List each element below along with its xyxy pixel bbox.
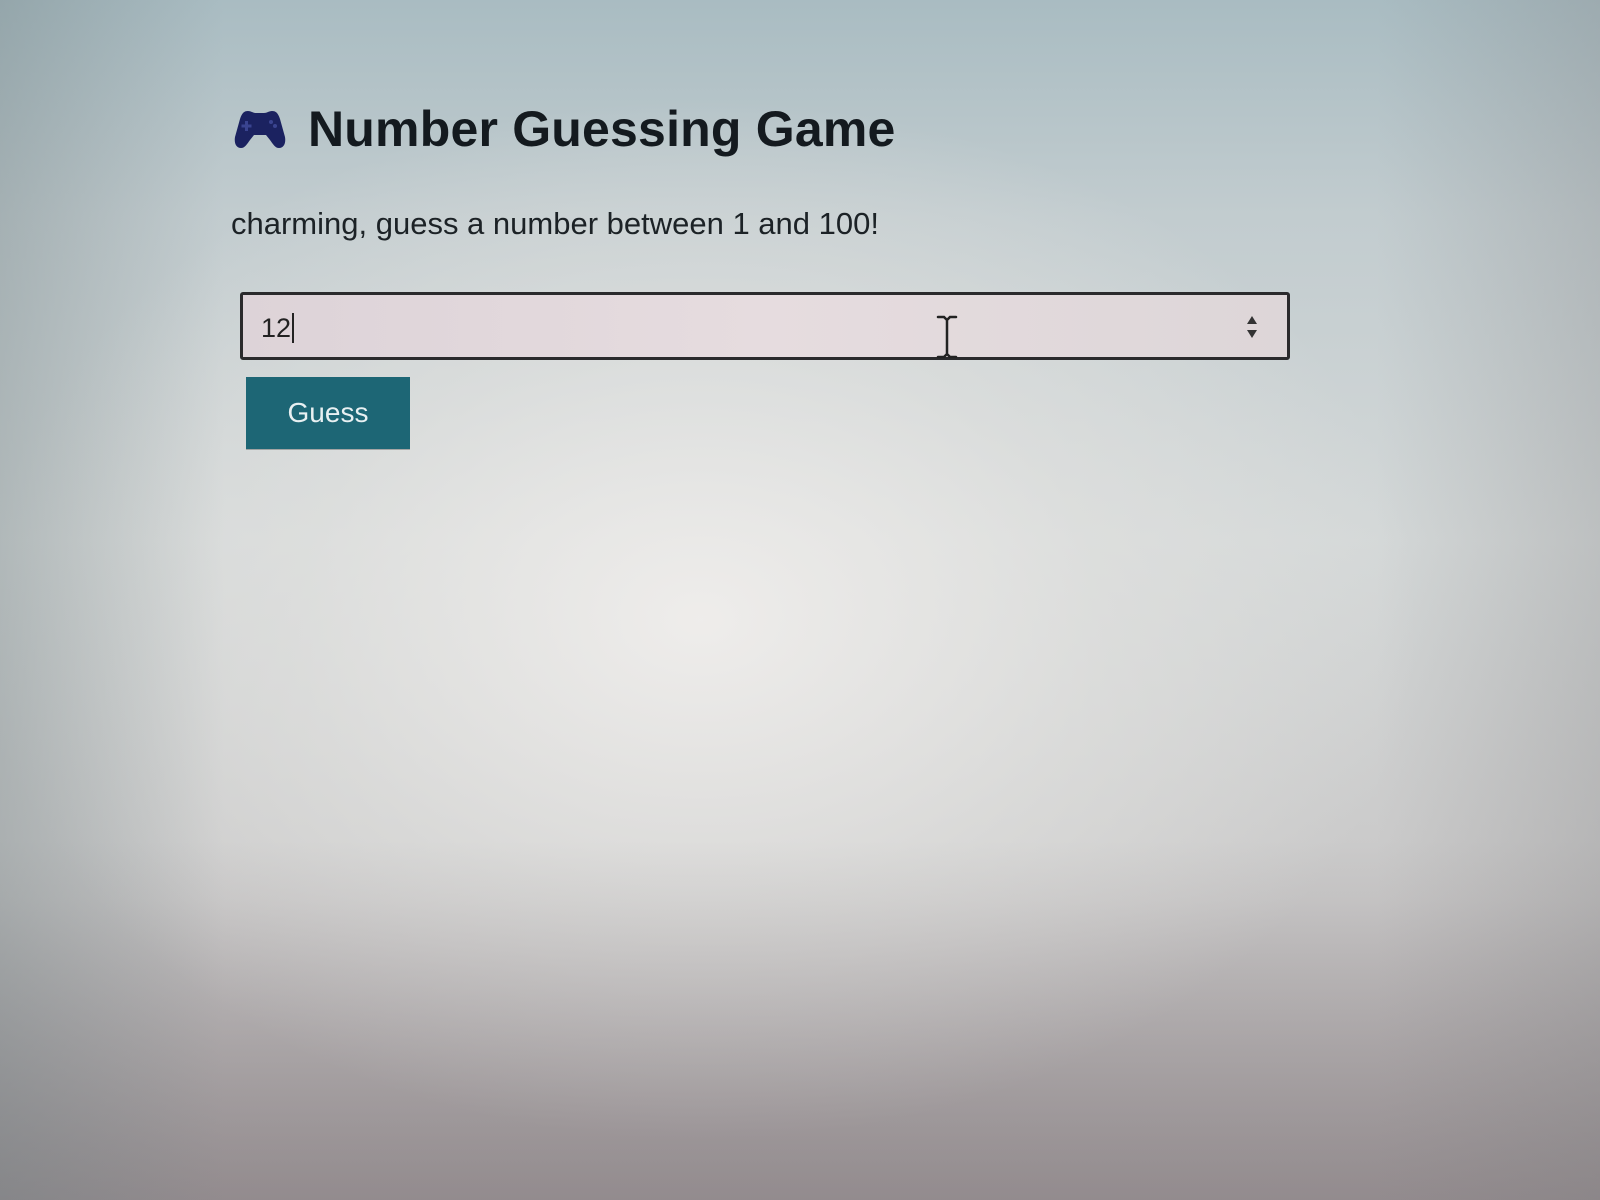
- text-caret: [292, 313, 295, 343]
- ibeam-cursor-icon: [934, 314, 960, 360]
- guess-button[interactable]: Guess: [246, 377, 410, 449]
- header: Number Guessing Game: [234, 100, 896, 158]
- guess-input-value[interactable]: 12: [261, 313, 295, 344]
- gamepad-icon: [234, 107, 286, 151]
- game-page: Number Guessing Game charming, guess a n…: [0, 0, 1600, 1200]
- guess-input[interactable]: 12: [240, 292, 1290, 360]
- spinner-icon[interactable]: [1245, 313, 1259, 341]
- page-title: Number Guessing Game: [308, 101, 896, 157]
- game-prompt: charming, guess a number between 1 and 1…: [231, 206, 879, 241]
- guess-input-text: 12: [261, 313, 292, 343]
